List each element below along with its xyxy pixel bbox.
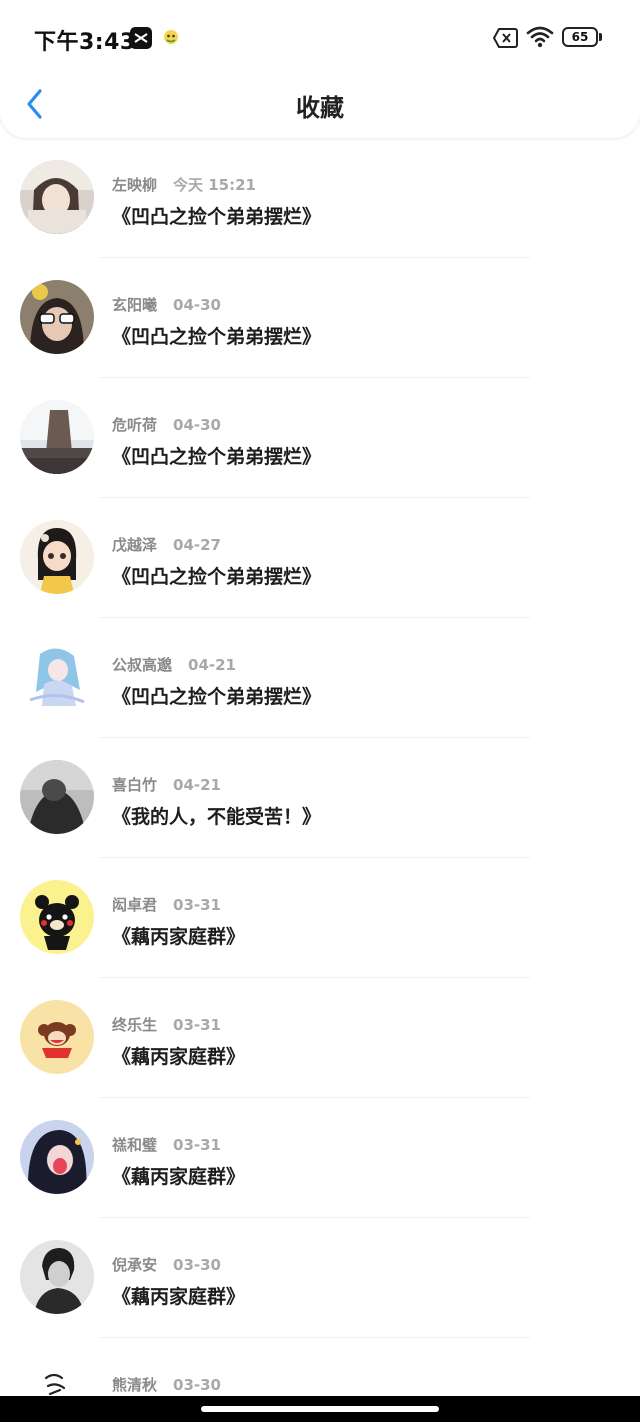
item-meta: 终乐生 03-31 [112,1014,221,1035]
author-name: 喜白竹 [112,776,158,794]
saved-time: 04-30 [173,296,221,314]
item-title: 《藕丙家庭群》 [112,1046,246,1068]
item-title: 《我的人，不能受苦！》 [112,806,322,828]
no-sim-icon [492,27,519,49]
list-item[interactable]: 终乐生 03-31 《藕丙家庭群》 [0,978,640,1098]
saved-time: 今天 15:21 [173,176,256,194]
avatar[interactable] [20,1120,94,1194]
favorites-list: 左映柳 今天 15:21 《凹凸之捡个弟弟摆烂》 玄阳曦 04-30 《凹凸之捡个弟… [0,138,640,1422]
item-meta: 禚和璧 03-31 [112,1134,221,1155]
list-item[interactable]: 公叔高邈 04-21 《凹凸之捡个弟弟摆烂》 [0,618,640,738]
list-item[interactable]: 闳卓君 03-31 《藕丙家庭群》 [0,858,640,978]
list-item[interactable]: 左映柳 今天 15:21 《凹凸之捡个弟弟摆烂》 [0,138,640,258]
item-meta: 闳卓君 03-31 [112,894,221,915]
saved-time: 04-27 [173,536,221,554]
battery-level: 65 [571,30,589,44]
app-header: 下午3:43 65 收藏 [0,0,640,138]
item-title: 《藕丙家庭群》 [112,926,246,948]
item-meta: 倪承安 03-30 [112,1254,221,1275]
author-name: 禚和璧 [112,1136,158,1154]
status-bar: 下午3:43 65 [0,0,640,76]
author-name: 危听荷 [112,416,158,434]
author-name: 公叔高邈 [112,656,173,674]
author-name: 玄阳曦 [112,296,158,314]
item-meta: 喜白竹 04-21 [112,774,221,795]
avatar[interactable] [20,640,94,714]
saved-time: 03-30 [173,1256,221,1274]
battery-indicator: 65 [562,27,602,47]
avatar[interactable] [20,280,94,354]
status-time: 下午3:43 [34,30,136,55]
wifi-icon [526,24,554,50]
avatar[interactable] [20,520,94,594]
battery-cap [599,33,602,41]
avatar[interactable] [20,160,94,234]
item-meta: 左映柳 今天 15:21 [112,174,256,195]
avatar[interactable] [20,880,94,954]
saved-time: 03-31 [173,896,221,914]
item-title: 《凹凸之捡个弟弟摆烂》 [112,206,322,228]
avatar[interactable] [20,760,94,834]
item-title: 《藕丙家庭群》 [112,1286,246,1308]
item-title: 《凹凸之捡个弟弟摆烂》 [112,686,322,708]
saved-time: 04-21 [173,776,221,794]
navigation-bar [0,1396,640,1422]
item-title: 《凹凸之捡个弟弟摆烂》 [112,566,322,588]
item-meta: 危听荷 04-30 [112,414,221,435]
item-title: 《藕丙家庭群》 [112,1166,246,1188]
item-meta: 熊清秋 03-30 [112,1374,221,1395]
list-item[interactable]: 玄阳曦 04-30 《凹凸之捡个弟弟摆烂》 [0,258,640,378]
item-title: 《凹凸之捡个弟弟摆烂》 [112,326,322,348]
avatar[interactable] [20,400,94,474]
author-name: 左映柳 [112,176,158,194]
item-title: 《凹凸之捡个弟弟摆烂》 [112,446,322,468]
saved-time: 03-31 [173,1136,221,1154]
list-item[interactable]: 危听荷 04-30 《凹凸之捡个弟弟摆烂》 [0,378,640,498]
item-meta: 戊越泽 04-27 [112,534,221,555]
author-name: 戊越泽 [112,536,158,554]
home-indicator[interactable] [201,1406,439,1412]
saved-time: 04-30 [173,416,221,434]
list-item[interactable]: 喜白竹 04-21 《我的人，不能受苦！》 [0,738,640,858]
avatar[interactable] [20,1240,94,1314]
item-meta: 玄阳曦 04-30 [112,294,221,315]
author-name: 闳卓君 [112,896,158,914]
item-meta: 公叔高邈 04-21 [112,654,236,675]
author-name: 熊清秋 [112,1376,158,1394]
avatar[interactable] [20,1000,94,1074]
capcut-app-icon [130,27,152,49]
notification-app-icon [162,28,180,46]
author-name: 终乐生 [112,1016,158,1034]
saved-time: 03-31 [173,1016,221,1034]
list-item[interactable]: 倪承安 03-30 《藕丙家庭群》 [0,1218,640,1338]
saved-time: 03-30 [173,1376,221,1394]
author-name: 倪承安 [112,1256,158,1274]
list-item[interactable]: 戊越泽 04-27 《凹凸之捡个弟弟摆烂》 [0,498,640,618]
saved-time: 04-21 [188,656,236,674]
page-title: 收藏 [296,94,344,122]
list-item[interactable]: 禚和璧 03-31 《藕丙家庭群》 [0,1098,640,1218]
